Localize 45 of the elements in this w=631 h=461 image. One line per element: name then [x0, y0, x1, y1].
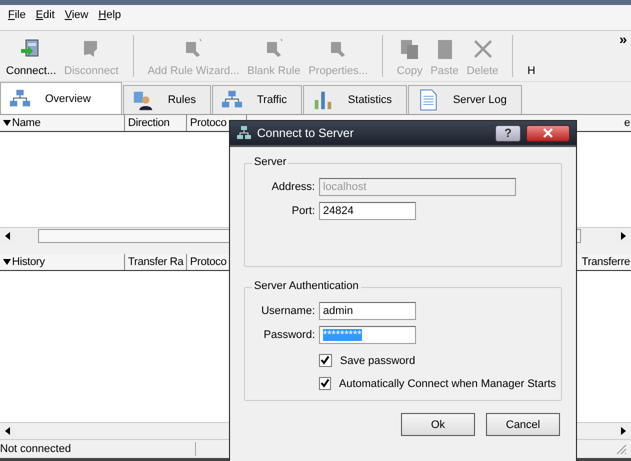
group-title: Server Authentication [252, 280, 361, 292]
field-label: Port: [290, 205, 315, 217]
column-header[interactable]: Transferre [576, 254, 631, 270]
field-label: Password: [262, 329, 315, 341]
toolbar-overflow[interactable]: » [619, 31, 627, 47]
tab[interactable]: Traffic [212, 85, 302, 114]
close-button[interactable] [526, 124, 570, 142]
input-field[interactable]: admin [319, 302, 416, 320]
tab[interactable]: Rules [122, 85, 211, 114]
tab[interactable]: Statistics [302, 85, 407, 114]
column-header[interactable]: e [619, 115, 631, 131]
menu-item[interactable]: Edit [36, 9, 55, 26]
checkbox[interactable] [319, 377, 331, 390]
column-title: Name [12, 117, 41, 129]
dialog-title: Connect to Server [257, 126, 354, 140]
field-label: Username: [260, 305, 315, 317]
toolbar-button[interactable]: H [523, 65, 540, 81]
input-field[interactable]: 24824 [319, 202, 416, 220]
cancel-button[interactable]: Cancel [486, 413, 560, 436]
network-icon [9, 88, 31, 110]
menu-item[interactable]: View [64, 9, 88, 26]
user-icon [132, 89, 154, 111]
checkbox-label[interactable]: Save password [340, 354, 416, 366]
menu-item[interactable]: Help [98, 9, 122, 26]
ok-button[interactable]: Ok [401, 413, 475, 436]
checkbox[interactable] [319, 354, 332, 367]
help-button[interactable]: ? [495, 124, 521, 142]
resize-grip-icon[interactable] [615, 443, 627, 455]
checkbox-label[interactable]: Automatically Connect when Manager Starts [339, 378, 556, 390]
column-title: History [12, 256, 45, 268]
status-text: Not connected [0, 443, 72, 455]
column-header[interactable]: History [0, 254, 125, 270]
toolbar-button[interactable]: Connect... [2, 37, 60, 81]
tab[interactable]: Overview [0, 82, 122, 114]
column-header[interactable]: Name [0, 115, 125, 131]
group-title: Server [252, 156, 288, 168]
sort-icon [3, 119, 11, 127]
sort-icon [3, 258, 11, 266]
column-header[interactable]: Transfer Ra [125, 254, 187, 270]
column-header[interactable]: Direction [125, 115, 187, 131]
tab[interactable]: Server Log [408, 85, 522, 114]
network-icon [236, 125, 252, 141]
menu-item[interactable]: File [8, 9, 26, 26]
field-label: Address: [270, 181, 315, 193]
close-icon [542, 128, 554, 138]
